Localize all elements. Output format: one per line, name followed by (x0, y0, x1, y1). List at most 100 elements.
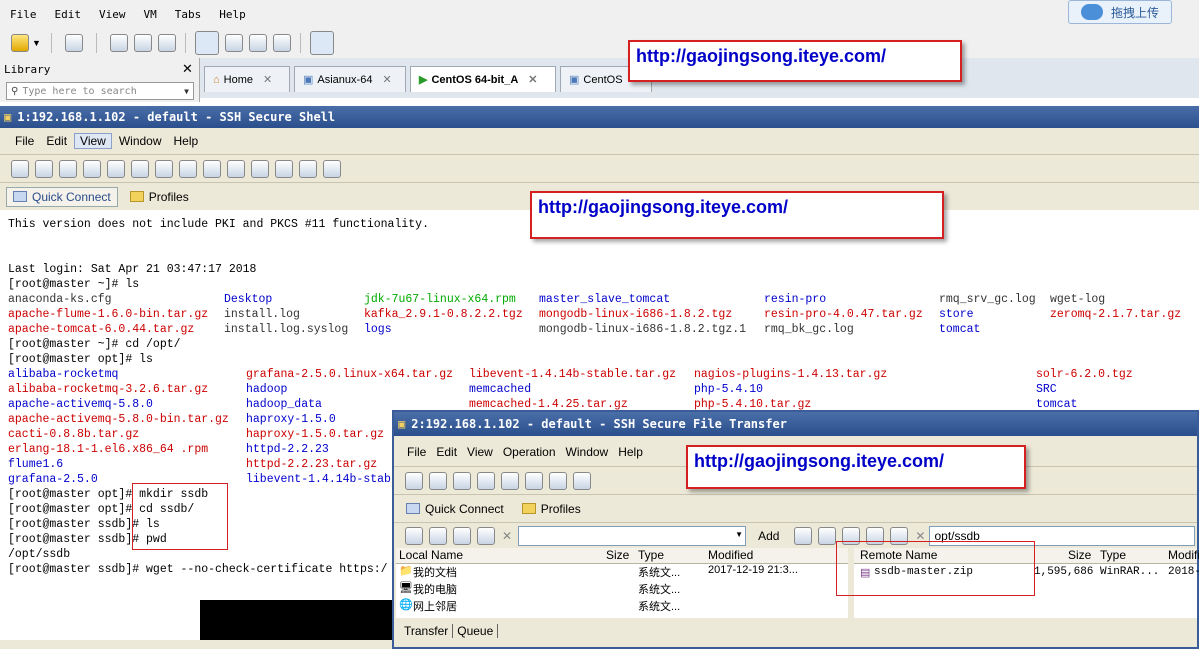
tab-centos-64[interactable]: ▶ CentOS 64-bit_A ✕ (410, 66, 556, 92)
quick-connect-button[interactable]: Quick Connect (6, 186, 118, 207)
file-name: 网上邻居 (413, 601, 457, 613)
quick-connect-button[interactable]: Quick Connect (400, 499, 510, 519)
snapshot-icon[interactable] (109, 34, 128, 52)
paste-icon[interactable] (477, 471, 495, 490)
save-icon[interactable] (11, 159, 29, 178)
new-terminal-icon[interactable] (501, 471, 519, 490)
console-view-icon[interactable] (224, 34, 243, 52)
local-path-input[interactable]: ▼ (518, 525, 747, 546)
menu-help[interactable]: Help (169, 134, 204, 148)
col-type[interactable]: Type (1100, 548, 1126, 562)
unity-icon[interactable] (272, 34, 291, 52)
revert-snapshot-icon[interactable] (133, 34, 152, 52)
folder-up-icon[interactable] (794, 526, 813, 545)
sidebar-toggle-icon[interactable] (194, 31, 219, 55)
transfer-tabs: Transfer Queue (400, 622, 520, 640)
paste-special-icon[interactable] (179, 159, 197, 178)
col-type[interactable]: Type (638, 548, 664, 562)
tab-asianux[interactable]: ▣ Asianux-64 ✕ (294, 66, 406, 92)
terminal-line: [root@master opt]# ls (8, 353, 153, 366)
chevron-down-icon[interactable]: ▼ (735, 530, 743, 539)
add-button[interactable]: Add (754, 529, 783, 543)
list-item[interactable]: 📁 我的文档 系统文... 2017-12-19 21:3... (396, 564, 848, 581)
menu-file[interactable]: File (10, 8, 37, 21)
terminal-line: Last login: Sat Apr 21 03:47:17 2018 (8, 263, 257, 276)
settings-icon[interactable] (525, 471, 543, 490)
menu-file[interactable]: File (404, 445, 429, 459)
print-icon[interactable] (35, 159, 53, 178)
close-icon[interactable]: ✕ (528, 73, 537, 86)
menu-edit[interactable]: Edit (433, 445, 460, 459)
profiles-label: Profiles (540, 501, 581, 516)
menu-window[interactable]: Window (114, 134, 167, 148)
ls-entry: grafana-2.5.0 (8, 473, 98, 486)
menu-help[interactable]: Help (219, 8, 246, 21)
ls-entry: rmq_bk_gc.log (764, 323, 854, 336)
library-search-input[interactable]: ⚲ Type here to search ▼ (6, 82, 194, 100)
menu-tabs[interactable]: Tabs (175, 8, 202, 21)
menu-file[interactable]: File (10, 134, 39, 148)
menu-vm[interactable]: VM (144, 8, 157, 21)
ls-entry: nagios-plugins-1.4.13.tar.gz (694, 368, 888, 381)
copy-icon[interactable] (453, 471, 471, 490)
menu-view[interactable]: View (464, 445, 496, 459)
list-item[interactable]: 🖥 我的电脑 系统文... (396, 581, 848, 598)
snapshot-manager-icon[interactable] (157, 34, 176, 52)
file-modified: 2017-12-19 21:3... (708, 564, 798, 576)
view-mode-icon[interactable] (309, 31, 334, 55)
network-icon[interactable] (64, 34, 83, 52)
connect-icon[interactable] (429, 471, 447, 490)
list-item[interactable]: 🌐 网上邻居 系统文... (396, 598, 848, 615)
connect-icon[interactable] (83, 159, 101, 178)
file-type: WinRAR... (1100, 566, 1160, 578)
profiles-button[interactable]: Profiles (516, 499, 587, 519)
folder-up-icon[interactable] (405, 526, 423, 545)
refresh-icon[interactable] (453, 526, 471, 545)
col-size[interactable]: Size (1068, 548, 1091, 562)
chevron-down-icon[interactable]: ▼ (32, 38, 41, 48)
close-icon[interactable]: ✕ (182, 61, 193, 77)
menu-edit[interactable]: Edit (41, 134, 72, 148)
menu-edit[interactable]: Edit (55, 8, 82, 21)
col-modified[interactable]: Modified (708, 548, 753, 562)
paste-icon[interactable] (155, 159, 173, 178)
chevron-down-icon[interactable]: ▼ (184, 87, 189, 96)
col-local-name[interactable]: Local Name (399, 548, 463, 562)
col-size[interactable]: Size (606, 548, 629, 562)
tab-transfer[interactable]: Transfer (400, 624, 454, 638)
close-icon[interactable]: ✕ (382, 73, 391, 86)
profiles-button[interactable]: Profiles (124, 187, 195, 207)
file-transfer-icon[interactable] (251, 159, 269, 178)
col-modified[interactable]: Modifi (1168, 548, 1199, 562)
home-icon[interactable] (818, 526, 837, 545)
tab-queue[interactable]: Queue (453, 624, 499, 638)
new-folder-icon[interactable] (477, 526, 495, 545)
home-icon[interactable] (429, 526, 447, 545)
download-icon[interactable] (549, 471, 567, 490)
delete-icon[interactable]: ✕ (502, 529, 512, 543)
ls-entry: jdk-7u67-linux-x64.rpm (364, 293, 516, 306)
upload-button[interactable]: 拖拽上传 (1068, 0, 1172, 24)
terminal-line: /opt/ssdb (8, 548, 71, 561)
vmware-menubar: File Edit View VM Tabs Help (0, 0, 1199, 28)
save-icon[interactable] (405, 471, 423, 490)
upload-icon[interactable] (573, 471, 591, 490)
disconnect-icon[interactable] (107, 159, 125, 178)
help-book-icon[interactable] (299, 159, 317, 178)
menu-operation[interactable]: Operation (500, 445, 559, 459)
fullscreen-icon[interactable] (248, 34, 267, 52)
tab-home[interactable]: ⌂ Home ✕ (204, 66, 290, 92)
context-help-icon[interactable] (323, 159, 341, 178)
find-icon[interactable] (203, 159, 221, 178)
new-terminal-icon[interactable] (227, 159, 245, 178)
menu-view[interactable]: View (74, 133, 112, 149)
power-icon[interactable] (11, 34, 29, 52)
menu-view[interactable]: View (99, 8, 126, 21)
copy-icon[interactable] (131, 159, 149, 178)
close-icon[interactable]: ✕ (263, 73, 272, 86)
menu-help[interactable]: Help (615, 445, 646, 459)
menu-window[interactable]: Window (563, 445, 612, 459)
print-preview-icon[interactable] (59, 159, 77, 178)
settings-icon[interactable] (275, 159, 293, 178)
local-file-pane[interactable]: Local Name Size Type Modified 📁 我的文档 系统文… (396, 548, 848, 618)
